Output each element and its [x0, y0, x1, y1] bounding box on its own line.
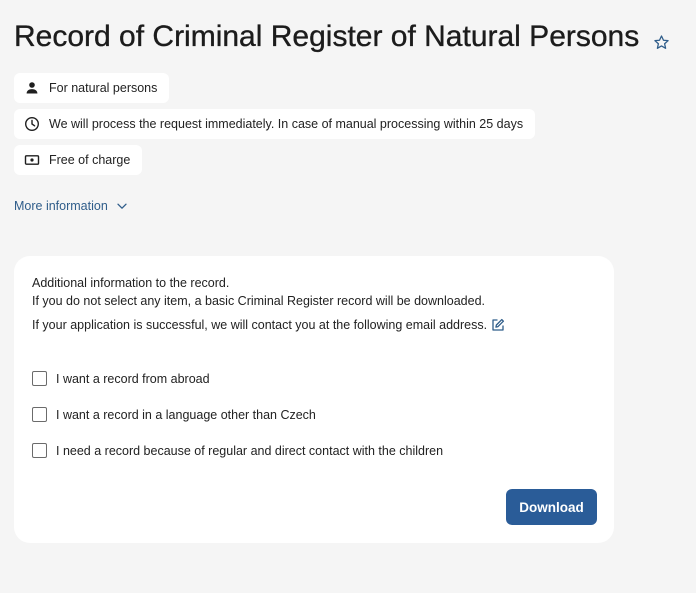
- chevron-down-icon: [116, 200, 128, 212]
- option-label: I want a record in a language other than…: [56, 407, 316, 422]
- chip-processing-time: We will process the request immediately.…: [14, 109, 536, 139]
- download-button[interactable]: Download: [506, 489, 597, 525]
- chip-label: We will process the request immediately.…: [49, 117, 524, 131]
- page-title: Record of Criminal Register of Natural P…: [14, 20, 640, 53]
- chip-fee: Free of charge: [14, 145, 143, 175]
- favorite-star-icon[interactable]: [653, 34, 670, 51]
- option-record-abroad[interactable]: I want a record from abroad: [32, 371, 210, 386]
- card-info-line: If you do not select any item, a basic C…: [32, 294, 485, 308]
- chip-label: Free of charge: [49, 153, 131, 167]
- edit-email-icon[interactable]: [491, 318, 505, 332]
- checkbox-record-contact-children[interactable]: [32, 443, 47, 458]
- card-info-line: Additional information to the record.: [32, 276, 230, 290]
- card-email-notice: If your application is successful, we wi…: [32, 318, 488, 332]
- chip-target-group: For natural persons: [14, 73, 170, 103]
- option-record-other-language[interactable]: I want a record in a language other than…: [32, 407, 316, 422]
- money-icon: [24, 152, 40, 168]
- title-row: Record of Criminal Register of Natural P…: [14, 18, 670, 56]
- clock-icon: [24, 116, 40, 132]
- checkbox-record-other-language[interactable]: [32, 407, 47, 422]
- more-information-label: More information: [14, 199, 108, 213]
- chip-label: For natural persons: [49, 81, 158, 95]
- option-label: I need a record because of regular and d…: [56, 443, 444, 458]
- checkbox-record-abroad[interactable]: [32, 371, 47, 386]
- more-information-toggle[interactable]: More information: [14, 199, 128, 213]
- page: Record of Criminal Register of Natural P…: [0, 0, 696, 593]
- option-label: I want a record from abroad: [56, 371, 210, 386]
- request-card: Additional information to the record. If…: [14, 256, 614, 543]
- person-icon: [24, 80, 40, 96]
- option-record-contact-children[interactable]: I need a record because of regular and d…: [32, 443, 443, 458]
